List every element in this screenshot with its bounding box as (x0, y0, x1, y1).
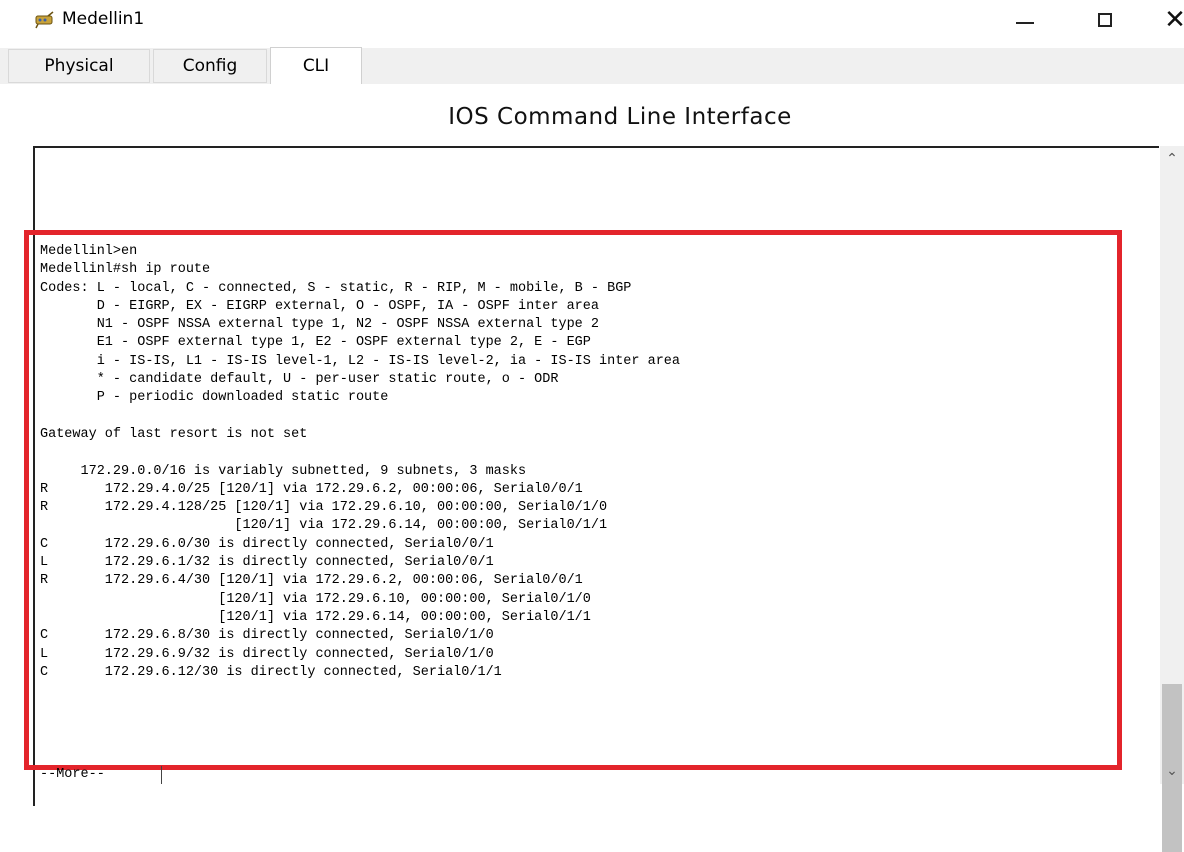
terminal-line: C 172.29.6.8/30 is directly connected, S… (40, 628, 494, 644)
terminal-line: E1 - OSPF external type 1, E2 - OSPF ext… (40, 335, 591, 351)
close-button[interactable]: ✕ (1150, 0, 1184, 40)
window-title: Medellin1 (62, 9, 145, 29)
chevron-up-icon: ⌃ (1166, 151, 1178, 167)
title-bar: Medellin1 ✕ (0, 0, 1184, 40)
minimize-icon (1016, 22, 1034, 24)
terminal-line: L 172.29.6.9/32 is directly connected, S… (40, 646, 494, 662)
terminal-line: [120/1] via 172.29.6.14, 00:00:00, Seria… (40, 609, 591, 625)
cli-heading: IOS Command Line Interface (448, 104, 792, 130)
terminal-line: i - IS-IS, L1 - IS-IS level-1, L2 - IS-I… (40, 353, 681, 369)
terminal-line: Gateway of last resort is not set (40, 426, 308, 442)
terminal-line: R 172.29.6.4/30 [120/1] via 172.29.6.2, … (40, 573, 583, 589)
terminal-line: C 172.29.6.0/30 is directly connected, S… (40, 536, 494, 552)
terminal-line: [120/1] via 172.29.6.14, 00:00:00, Seria… (40, 518, 608, 534)
terminal-line: L 172.29.6.1/32 is directly connected, S… (40, 555, 494, 571)
terminal-line: C 172.29.6.12/30 is directly connected, … (40, 664, 502, 680)
terminal-line: D - EIGRP, EX - EIGRP external, O - OSPF… (40, 298, 599, 314)
router-icon (35, 11, 54, 29)
chevron-down-icon: ⌄ (1166, 763, 1178, 779)
vertical-scrollbar[interactable]: ⌃ ⌄ (1160, 146, 1184, 852)
tab-label: CLI (302, 56, 330, 76)
maximize-button[interactable] (1080, 0, 1130, 40)
scroll-up-button[interactable]: ⌃ (1160, 146, 1184, 172)
minimize-button[interactable] (1000, 0, 1050, 40)
tab-label: Config (182, 56, 238, 76)
terminal-line: N1 - OSPF NSSA external type 1, N2 - OSP… (40, 317, 599, 333)
tab-config[interactable]: Config (153, 49, 267, 83)
terminal-line: Medellinl>en (40, 244, 138, 259)
tab-cli[interactable]: CLI (270, 47, 362, 84)
terminal-line: R 172.29.4.0/25 [120/1] via 172.29.6.2, … (40, 481, 583, 497)
tab-strip: Physical Config CLI (0, 47, 1184, 84)
tab-physical[interactable]: Physical (8, 49, 150, 83)
terminal-line: Medellinl#sh ip route (40, 262, 211, 278)
terminal-line: Codes: L - local, C - connected, S - sta… (40, 280, 632, 296)
terminal-line: P - periodic downloaded static route (40, 390, 389, 406)
terminal-line: 172.29.0.0/16 is variably subnetted, 9 s… (40, 463, 527, 479)
terminal-output: Medellinl>en Medellinl#sh ip route Codes… (40, 243, 680, 682)
maximize-icon (1098, 13, 1112, 27)
more-prompt: --More-- (34, 766, 162, 784)
terminal-line: * - candidate default, U - per-user stat… (40, 372, 559, 388)
scroll-down-button[interactable]: ⌄ (1160, 758, 1184, 784)
tab-label: Physical (44, 56, 114, 76)
terminal-line: [120/1] via 172.29.6.10, 00:00:00, Seria… (40, 591, 591, 607)
close-icon: ✕ (1164, 5, 1184, 35)
terminal-line: R 172.29.4.128/25 [120/1] via 172.29.6.1… (40, 500, 608, 516)
